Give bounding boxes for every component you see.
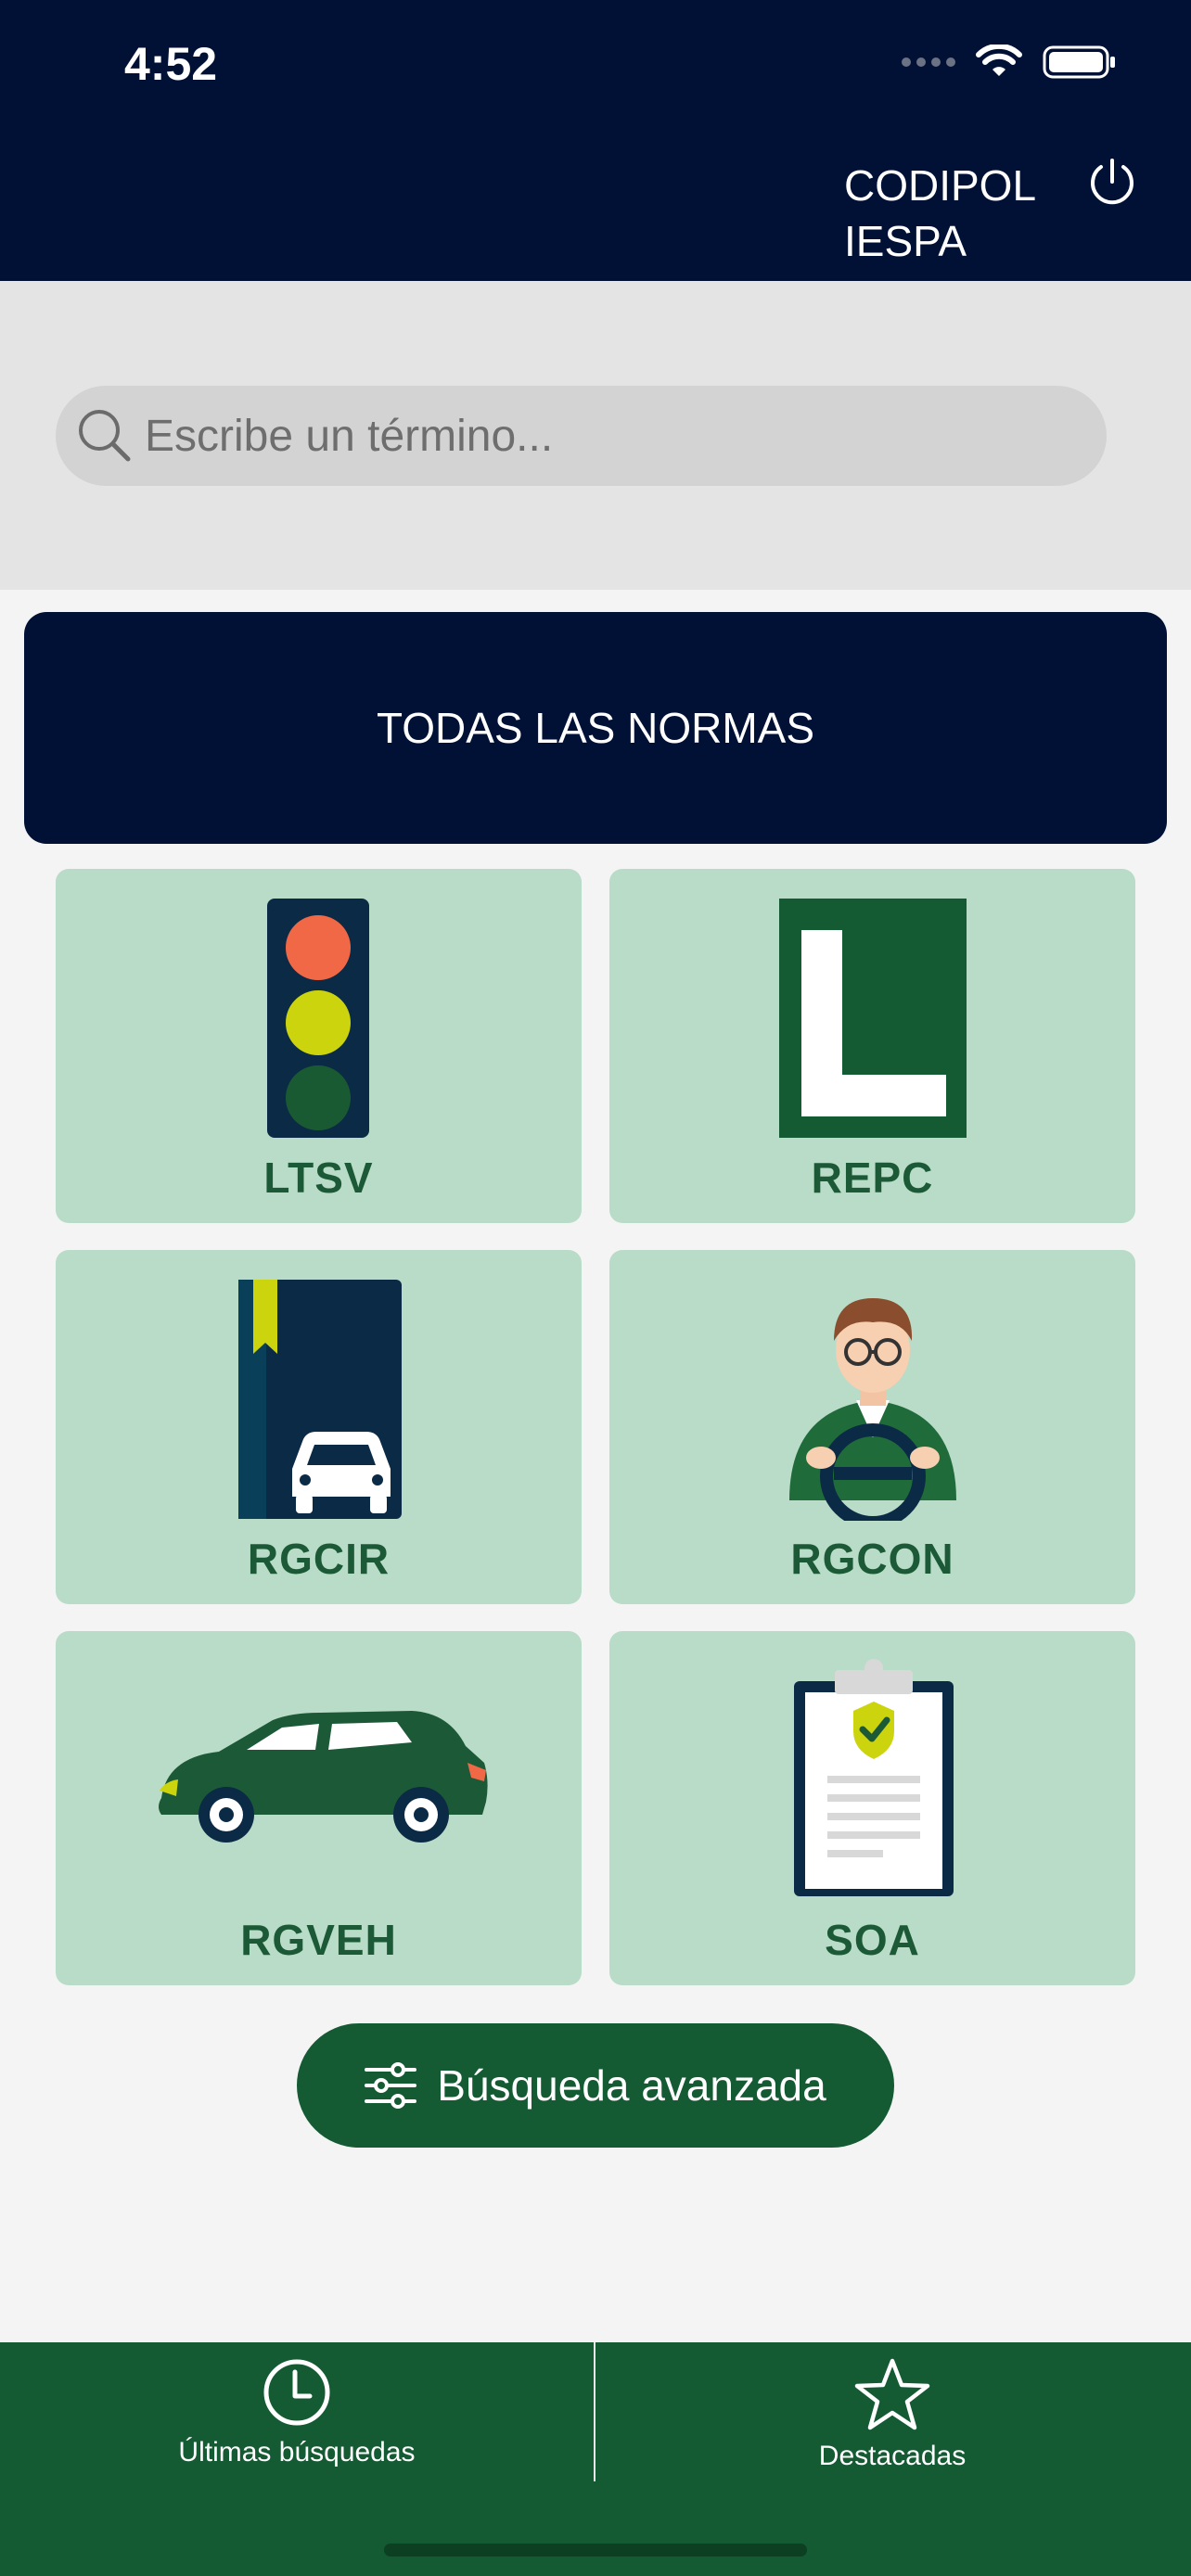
app-header: 4:52 CODIPOL IESPA [0,0,1191,281]
tab-recent-searches[interactable]: Últimas búsquedas [0,2342,594,2500]
category-tile-rgveh[interactable]: RGVEH [56,1631,582,1985]
wifi-icon [976,45,1022,76]
star-icon [854,2358,930,2430]
all-norms-label: TODAS LAS NORMAS [376,704,815,752]
category-label: RGCON [790,1535,954,1583]
all-norms-button[interactable]: TODAS LAS NORMAS [24,612,1167,844]
advanced-search-label: Búsqueda avanzada [437,2061,826,2110]
tab-label: Últimas búsquedas [178,2437,416,2468]
search-section [0,281,1191,590]
tab-label: Destacadas [818,2441,967,2471]
traffic-light-icon [266,899,369,1138]
search-input[interactable] [145,410,1054,462]
battery-icon [1043,45,1115,79]
category-label: LTSV [263,1154,374,1202]
driver-icon [788,1298,956,1521]
category-tile-rgcon[interactable]: RGCON [609,1250,1135,1604]
advanced-search-button[interactable]: Búsqueda avanzada [297,2023,894,2148]
clipboard-shield-icon [793,1659,954,1896]
category-tile-repc[interactable]: REPC [609,869,1135,1223]
book-car-icon [237,1280,402,1519]
category-label: REPC [811,1154,934,1202]
power-icon[interactable] [1085,156,1139,210]
car-icon [158,1711,488,1843]
category-tile-ltsv[interactable]: LTSV [56,869,582,1223]
category-label: RGVEH [240,1916,397,1964]
search-icon [79,410,131,462]
category-label: SOA [825,1916,920,1964]
header-title-line2: IESPA [844,217,967,265]
tab-bar: Últimas búsquedas Destacadas [0,2342,1191,2576]
category-label: RGCIR [247,1535,391,1583]
tab-featured[interactable]: Destacadas [596,2342,1189,2500]
category-tile-soa[interactable]: SOA [609,1631,1135,1985]
header-title-line1: CODIPOL [844,161,1037,210]
signal-icon [902,57,955,67]
sliders-icon [365,2062,417,2109]
search-bar[interactable] [56,386,1107,486]
status-icons [902,45,1117,80]
header-title: CODIPOL IESPA [844,158,1036,269]
category-tile-rgcir[interactable]: RGCIR [56,1250,582,1604]
learner-l-icon [778,899,967,1138]
home-indicator [384,2544,807,2557]
status-time: 4:52 [124,38,218,90]
clock-icon [263,2359,330,2426]
